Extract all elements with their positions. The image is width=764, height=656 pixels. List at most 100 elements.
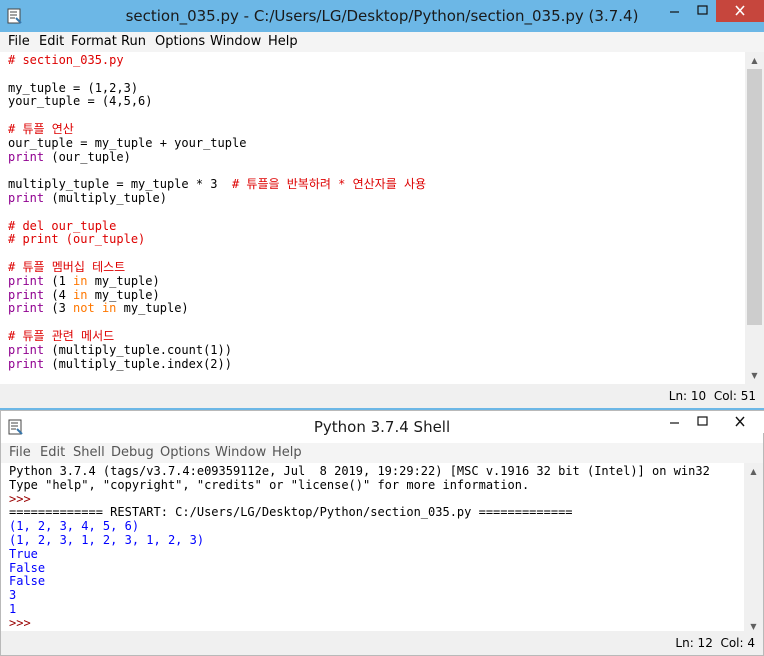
editor-menu-format[interactable]: Format (71, 32, 117, 52)
shell-scrollbar[interactable]: ▲ ▼ (744, 463, 763, 635)
code-line: # 튜플 멤버십 테스트 (8, 260, 125, 274)
editor-cursor-position: Ln: 10 Col: 51 (668, 389, 756, 403)
code-token: in (73, 287, 88, 302)
maximize-button[interactable] (689, 411, 716, 433)
code-token: (4 (44, 287, 74, 302)
shell-window: Python 3.7.4 Shell File Edit Shell Debug Opt… (0, 410, 764, 656)
code-token: my_tuple) (116, 301, 189, 316)
code-line: # 튜플 관련 메서드 (8, 329, 114, 343)
code-token: (multiply_tuple) (44, 191, 167, 205)
editor-menu-file[interactable]: File (8, 32, 30, 52)
code-token: # 튜플 멤버십 테스트 (8, 260, 126, 274)
code-token: multiply_tuple = my_tuple * 3 (8, 177, 232, 192)
code-line: your_tuple = (4,5,6) (8, 94, 153, 108)
shell-cursor-position: Ln: 12 Col: 4 (675, 636, 755, 650)
shell-menu-window[interactable]: Window (215, 443, 266, 463)
code-token: my_tuple) (87, 273, 160, 288)
shell-token: Python 3.7.4 (tags/v3.7.4:e09359112e, Ju… (9, 464, 710, 478)
code-token: your_tuple = (4,5,6) (8, 94, 153, 109)
code-token: in (101, 301, 117, 316)
shell-line: True (9, 547, 38, 561)
shell-line: >>> (9, 616, 38, 630)
maximize-icon (697, 416, 708, 426)
shell-token: >>> (9, 615, 38, 630)
shell-menu-edit[interactable]: Edit (40, 443, 65, 463)
shell-menubar: File Edit Shell Debug Options Window Help (1, 443, 763, 463)
editor-menu-window[interactable]: Window (210, 32, 261, 52)
minimize-button[interactable] (660, 0, 689, 22)
shell-line: Type "help", "copyright", "credits" or "… (9, 478, 529, 492)
close-button[interactable] (716, 0, 764, 22)
shell-title: Python 3.7.4 Shell (313, 418, 451, 436)
code-line: my_tuple = (1,2,3) (8, 81, 138, 95)
code-line: multiply_tuple = my_tuple * 3 # 튜플을 반복하려… (8, 177, 426, 191)
shell-menu-file[interactable]: File (9, 443, 31, 463)
maximize-icon (697, 5, 708, 15)
code-token: print (8, 149, 45, 164)
editor-menu-options[interactable]: Options (155, 32, 205, 52)
shell-line: ============= RESTART: C:/Users/LG/Deskt… (9, 505, 573, 519)
code-line: # print (our_tuple) (8, 232, 145, 246)
minimize-icon (670, 422, 679, 424)
scroll-down-arrow-icon[interactable]: ▼ (745, 367, 764, 384)
shell-menu-options[interactable]: Options (160, 443, 210, 463)
editor-menu-edit[interactable]: Edit (39, 32, 64, 52)
shell-titlebar[interactable]: Python 3.7.4 Shell (1, 411, 764, 444)
shell-statusbar: Ln: 12 Col: 4 (1, 631, 763, 655)
maximize-button[interactable] (689, 0, 716, 22)
close-icon (735, 416, 745, 427)
editor-scrollbar[interactable]: ▲ ▼ (745, 52, 764, 384)
shell-menu-shell[interactable]: Shell (73, 443, 105, 463)
shell-line: (1, 2, 3, 1, 2, 3, 1, 2, 3) (9, 533, 204, 547)
shell-menu-help[interactable]: Help (272, 443, 302, 463)
code-line: our_tuple = my_tuple + your_tuple (8, 136, 246, 150)
shell-token: True (9, 546, 38, 561)
code-token: (our_tuple) (44, 149, 131, 164)
shell-line: 3 (9, 588, 16, 602)
code-token: # 튜플을 반복하려 * 연산자를 사용 (231, 177, 427, 192)
shell-token: 3 (9, 588, 17, 603)
code-token: (multiply_tuple.count(1)) (44, 342, 232, 357)
shell-line: >>> (9, 492, 38, 506)
editor-scroll-thumb[interactable] (747, 69, 762, 325)
code-line: print (4 in my_tuple) (8, 288, 160, 302)
editor-titlebar[interactable]: section_035.py - C:/Users/LG/Desktop/Pyt… (0, 0, 764, 33)
code-line: print (our_tuple) (8, 150, 131, 164)
editor-menubar: File Edit Format Run Options Window Help (0, 32, 764, 52)
scroll-up-arrow-icon[interactable]: ▲ (744, 463, 763, 480)
editor-window: section_035.py - C:/Users/LG/Desktop/Pyt… (0, 0, 764, 410)
shell-token: >>> (9, 491, 38, 506)
code-token: # del our_tuple (8, 218, 117, 233)
code-token: (1 (44, 273, 74, 288)
close-icon (735, 5, 745, 16)
code-editor[interactable]: # section_035.py my_tuple = (1,2,3) your_t… (0, 52, 745, 384)
minimize-button[interactable] (660, 411, 689, 433)
code-token: # print (our_tuple) (8, 232, 146, 247)
shell-line: (1, 2, 3, 4, 5, 6) (9, 519, 139, 533)
shell-output[interactable]: Python 3.7.4 (tags/v3.7.4:e09359112e, Ju… (1, 463, 746, 635)
shell-token: Type "help", "copyright", "credits" or "… (9, 477, 530, 492)
code-token: print (8, 356, 45, 371)
code-line: print (3 not in my_tuple) (8, 301, 189, 315)
editor-statusbar: Ln: 10 Col: 51 (0, 384, 764, 408)
code-token: my_tuple = (1,2,3) (8, 80, 139, 95)
shell-line: False (9, 574, 45, 588)
close-button[interactable] (716, 411, 764, 433)
code-token: our_tuple = my_tuple + your_tuple (8, 135, 247, 150)
code-line: # section_035.py (8, 53, 124, 67)
editor-menu-help[interactable]: Help (268, 32, 298, 52)
code-line: print (multiply_tuple) (8, 191, 167, 205)
shell-line: Python 3.7.4 (tags/v3.7.4:e09359112e, Ju… (9, 464, 710, 478)
code-line: # 튜플 연산 (8, 122, 74, 136)
shell-line: False (9, 561, 45, 575)
code-line: print (1 in my_tuple) (8, 274, 160, 288)
code-token: not (73, 301, 95, 316)
shell-token: ============= RESTART: C:/Users/LG/Deskt… (9, 505, 573, 520)
shell-token: False (9, 560, 46, 575)
shell-token: False (9, 574, 46, 589)
scroll-up-arrow-icon[interactable]: ▲ (745, 52, 764, 69)
shell-token: (1, 2, 3, 4, 5, 6) (9, 519, 140, 534)
shell-menu-debug[interactable]: Debug (111, 443, 154, 463)
editor-menu-run[interactable]: Run (121, 32, 146, 52)
